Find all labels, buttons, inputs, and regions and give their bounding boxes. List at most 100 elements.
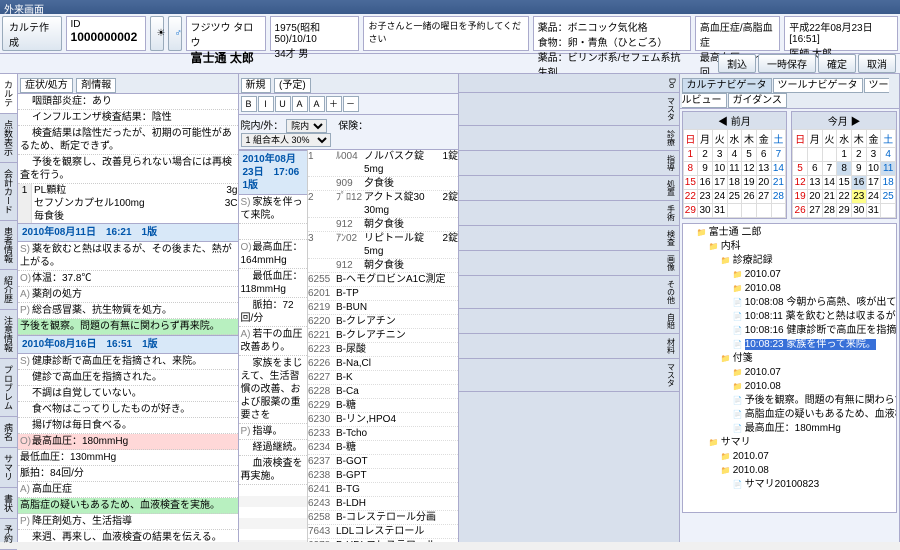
order-row[interactable]: 912朝夕食後 [308,218,458,232]
editor-U-button[interactable]: U [275,96,291,112]
lefttab-7[interactable]: 病名 [0,417,17,448]
calendar-day[interactable]: 7 [822,162,837,176]
calendar-day[interactable]: 13 [807,176,822,190]
calendar-day[interactable]: 12 [793,176,808,190]
lab-order-row[interactable]: 6220B-クレアチン [308,315,458,329]
wari-button[interactable]: 割込 [718,54,756,73]
calendar-day[interactable]: 3 [866,148,881,162]
calendar-day[interactable]: 4 [727,148,742,162]
tree-fusen-item[interactable]: 高脂血症の疑いもあるため、血液検… [685,408,895,422]
calendar-day[interactable]: 17 [712,176,727,190]
order-row[interactable]: 2ﾌﾟﾛ12アクトス錠30 30mg2錠 [308,191,458,218]
lab-order-row[interactable]: 6226B-Na,Cl [308,357,458,371]
tooltab-9[interactable]: 自賠 [459,309,679,334]
tree-month[interactable]: 2010.08 [685,380,895,394]
calendar-day[interactable]: 7 [771,148,786,162]
calendar-day[interactable]: 16 [698,176,713,190]
calendar-day[interactable] [727,204,742,218]
calendar-day[interactable]: 11 [727,162,742,176]
editor-content[interactable]: 2010年08月23日 17:06 1版S)家族を伴って来院。O)最高血圧：16… [239,150,459,542]
tree-note[interactable]: 10:08:08 今朝から高熱、咳が出てい… [685,296,895,310]
calendar-day[interactable]: 23 [698,190,713,204]
calendar-day[interactable]: 27 [756,190,771,204]
calendar-day[interactable]: 27 [807,204,822,218]
lab-order-row[interactable]: 6255B-ヘモグロビンA1C測定 [308,273,458,287]
tooltab-4[interactable]: 処置 [459,176,679,201]
lefttab-3[interactable]: 患者情報 [0,221,17,270]
lab-order-row[interactable]: 6241B-TG [308,483,458,497]
calendar-day[interactable]: 24 [866,190,881,204]
calendar-day[interactable] [742,204,757,218]
calendar-day[interactable]: 2 [851,148,866,162]
tab-drug[interactable]: 剤情報 [76,78,116,93]
calendar-day[interactable]: 1 [837,148,852,162]
calendar-day[interactable]: 15 [683,176,698,190]
calendar-day[interactable] [822,148,837,162]
soap-line[interactable]: 家族をまじえて、生活習慣の改善、および服薬の重要さを [239,356,308,424]
calendar-day[interactable]: 5 [742,148,757,162]
cancel-button[interactable]: 取消 [858,54,896,73]
lefttab-10[interactable]: 予約 [0,519,17,550]
lab-order-row[interactable]: 6228B-Ca [308,385,458,399]
calendar-day[interactable]: 9 [851,162,866,176]
editor-I-button[interactable]: I [258,96,274,112]
navtab-3[interactable]: ガイダンス [728,93,787,108]
calendar-day[interactable]: 23 [851,190,866,204]
lefttab-4[interactable]: 紹介歴 [0,270,17,310]
calendar-day[interactable]: 22 [837,190,852,204]
lefttab-0[interactable]: カルテ [0,74,17,114]
lab-order-row[interactable]: 6219B-BUN [308,301,458,315]
calendar-day[interactable]: 5 [793,162,808,176]
calendar-day[interactable]: 10 [712,162,727,176]
editor-B-button[interactable]: B [241,96,257,112]
navtab-0[interactable]: カルテナビゲータ [682,78,772,93]
soap-line[interactable]: 脈拍：72回/分 [239,298,308,327]
calendar-day[interactable]: 20 [807,190,822,204]
calendar-day[interactable] [756,204,771,218]
calendar-day[interactable]: 10 [866,162,881,176]
tooltab-6[interactable]: 検査 [459,226,679,251]
order-row[interactable]: 912朝夕食後 [308,259,458,273]
calendar-day[interactable]: 4 [881,148,896,162]
history-date[interactable]: 2010年08月11日 16:21 1版 [18,223,238,242]
tree-month[interactable]: 2010.07 [685,366,895,380]
tree-note[interactable]: 10:08:11 薬を飲むと熱は収まるが、そ… [685,310,895,324]
tooltab-0[interactable]: Do [459,74,679,93]
soap-line[interactable]: S)家族を伴って来院。 [239,195,308,224]
tree-fusen-item[interactable]: 最高血圧：180mmHg [685,422,895,436]
calendar-day[interactable]: 6 [756,148,771,162]
lab-order-row[interactable]: 6234B-糖 [308,441,458,455]
calendar-day[interactable] [793,148,808,162]
calendar-day[interactable]: 21 [822,190,837,204]
calendar-prev[interactable]: ◀ 前月 日月火水木金土1234567891011121314151617181… [682,111,788,219]
tooltab-11[interactable]: マスタ [459,359,679,392]
calendar-day[interactable]: 14 [771,162,786,176]
lab-order-row[interactable]: 7643LDLコレステロール [308,525,458,539]
tree-month[interactable]: 2010.07 [685,268,895,282]
calendar-day[interactable]: 18 [881,176,896,190]
lefttab-8[interactable]: サマリ [0,448,17,488]
history-date[interactable]: 2010年08月16日 16:51 1版 [18,335,238,354]
calendar-day[interactable]: 8 [683,162,698,176]
editor-A-button[interactable]: A [292,96,308,112]
save-button[interactable]: 一時保存 [758,54,816,73]
lab-order-row[interactable]: 6229B-糖 [308,399,458,413]
calendar-day[interactable]: 8 [837,162,852,176]
tree-summary-item[interactable]: サマリ20100823 [685,478,895,492]
tab-reserve[interactable]: (予定) [274,78,311,93]
tree-fusen[interactable]: 付箋 [685,352,895,366]
tooltab-8[interactable]: その他 [459,276,679,309]
calendar-day[interactable]: 18 [727,176,742,190]
editor-＋-button[interactable]: ＋ [326,96,342,112]
calendar-day[interactable]: 2 [698,148,713,162]
calendar-day[interactable]: 20 [756,176,771,190]
soap-line[interactable]: 経過継続。 [239,440,308,456]
calendar-day[interactable] [771,204,786,218]
lab-order-row[interactable]: 6201B-TP [308,287,458,301]
calendar-day[interactable]: 16 [851,176,866,190]
confirm-button[interactable]: 確定 [818,54,856,73]
lefttab-9[interactable]: 書状 [0,488,17,519]
soap-line[interactable]: 最低血圧：118mmHg [239,269,308,298]
calendar-day[interactable]: 28 [822,204,837,218]
calendar-day[interactable]: 26 [793,204,808,218]
